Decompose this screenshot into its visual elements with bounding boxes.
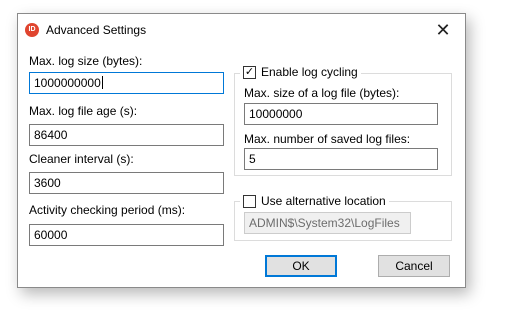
app-logo-icon: ID [25,23,39,37]
max-saved-files-label: Max. number of saved log files: [244,132,411,146]
use-alt-location-label[interactable]: Use alternative location [261,194,386,208]
text-caret [101,76,103,89]
max-log-size-value: 1000000000 [34,76,101,90]
cleaner-interval-label: Cleaner interval (s): [29,152,134,166]
max-file-size-input[interactable]: 10000000 [244,103,438,125]
log-cycling-legend: ✓ Enable log cycling [240,65,361,81]
activity-period-input[interactable]: 60000 [29,224,224,246]
check-icon: ✓ [244,66,255,78]
advanced-settings-dialog: ID Advanced Settings ✕ Max. log size (by… [17,13,466,288]
close-button[interactable]: ✕ [421,14,465,46]
alt-location-path-input: ADMIN$\System32\LogFiles [244,212,411,234]
max-log-size-input[interactable]: 1000000000 [29,72,224,94]
close-icon: ✕ [435,20,451,40]
window-title: Advanced Settings [46,23,147,37]
alt-location-legend: Use alternative location [240,194,389,210]
enable-log-cycling-checkbox[interactable]: ✓ [243,66,256,79]
cancel-button[interactable]: Cancel [378,255,450,277]
title-bar[interactable]: ID Advanced Settings ✕ [18,14,465,46]
cleaner-interval-input[interactable]: 3600 [29,172,224,194]
activity-period-label: Activity checking period (ms): [29,203,186,217]
max-log-size-label: Max. log size (bytes): [29,54,143,68]
enable-log-cycling-label[interactable]: Enable log cycling [261,65,358,79]
use-alt-location-checkbox[interactable] [243,195,256,208]
max-saved-files-input[interactable]: 5 [244,148,438,170]
max-log-age-input[interactable]: 86400 [29,124,224,146]
max-file-size-label: Max. size of a log file (bytes): [244,86,400,100]
max-log-age-label: Max. log file age (s): [29,104,138,118]
ok-button[interactable]: OK [265,255,337,277]
